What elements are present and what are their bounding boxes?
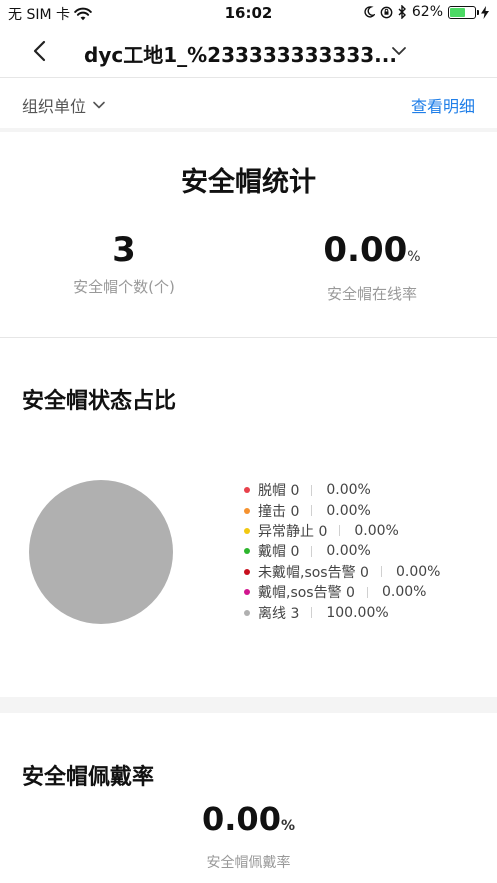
legend-label: 离线 3 xyxy=(258,605,300,622)
legend-separator xyxy=(311,607,313,619)
back-chevron-icon[interactable] xyxy=(28,38,54,64)
legend-separator xyxy=(380,566,382,578)
battery-icon xyxy=(448,5,479,19)
orientation-lock-icon xyxy=(380,6,393,18)
online-rate-unit: % xyxy=(407,249,421,265)
legend-dot xyxy=(244,589,250,596)
view-detail-link[interactable]: 查看明细 xyxy=(411,93,475,117)
legend-percent: 0.00% xyxy=(354,522,399,539)
legend-item[interactable]: 离线 3 100.00% xyxy=(244,602,440,622)
legend-dot xyxy=(244,487,250,494)
battery-percent: 62% xyxy=(411,4,443,20)
online-rate-value: 0.00 xyxy=(323,230,408,270)
moon-icon xyxy=(364,6,375,18)
helmet-count-value: 3 xyxy=(112,230,136,270)
online-rate-label: 安全帽在线率 xyxy=(326,285,417,303)
legend-item[interactable]: 脱帽 0 0.00% xyxy=(244,480,440,500)
battery-fill xyxy=(450,7,465,17)
legend-item[interactable]: 戴帽 0 0.00% xyxy=(244,541,440,561)
status-legend: 脱帽 0 0.00% 撞击 0 0.00% 异常静止 0 0.00% 戴帽 0 0.00% 未戴… xyxy=(244,480,440,623)
legend-label: 戴帽,sos告警 0 xyxy=(258,585,355,602)
legend-dot xyxy=(244,548,250,555)
legend-dot xyxy=(244,568,250,575)
chevron-down-icon[interactable] xyxy=(390,42,408,60)
org-unit-dropdown[interactable]: 组织单位 xyxy=(22,93,106,117)
nav-bar: dyc工地1_%233333333333... xyxy=(0,26,497,78)
wear-rate-value: 0.00 xyxy=(202,800,281,838)
section-divider xyxy=(0,697,497,713)
legend-separator xyxy=(311,505,313,517)
legend-separator xyxy=(311,545,313,557)
legend-percent: 0.00% xyxy=(326,502,371,519)
chevron-down-icon xyxy=(93,101,105,109)
charging-icon xyxy=(481,5,489,19)
legend-label: 脱帽 0 xyxy=(258,483,300,500)
pie-slice[interactable] xyxy=(29,480,173,624)
status-ratio-card: 安全帽状态占比 脱帽 0 0.00% 撞击 0 0.00% 异常静止 0 0.00% 戴帽 … xyxy=(0,339,497,697)
wear-rate-label: 安全帽佩戴率 xyxy=(206,855,291,871)
legend-item[interactable]: 戴帽,sos告警 0 0.00% xyxy=(244,582,440,602)
legend-separator xyxy=(339,525,341,537)
legend-item[interactable]: 异常静止 0 0.00% xyxy=(244,521,440,541)
legend-separator xyxy=(366,586,368,598)
helmet-count-label: 安全帽个数(个) xyxy=(73,278,175,296)
status-right: 62% xyxy=(363,4,489,20)
wear-rate-card: 安全帽佩戴率 0.00% 安全帽佩戴率 xyxy=(0,713,497,883)
legend-percent: 100.00% xyxy=(326,604,389,621)
helmet-count-stat: 3 安全帽个数(个) xyxy=(14,230,234,297)
legend-percent: 0.00% xyxy=(381,584,427,601)
wear-rate-stat: 0.00% 安全帽佩戴率 xyxy=(0,799,497,872)
status-ratio-title: 安全帽状态占比 xyxy=(22,389,177,414)
legend-dot xyxy=(244,609,250,616)
status-bar: 无 SIM 卡 16:02 62% xyxy=(0,0,497,26)
helmet-stats-title: 安全帽统计 xyxy=(181,167,316,198)
org-unit-label: 组织单位 xyxy=(22,97,87,116)
legend-percent: 0.00% xyxy=(326,482,371,499)
wear-rate-unit: % xyxy=(280,818,295,834)
online-rate-stat: 0.00% 安全帽在线率 xyxy=(262,230,482,304)
legend-dot xyxy=(244,527,250,534)
legend-label: 未戴帽,sos告警 0 xyxy=(258,564,369,581)
page-title[interactable]: dyc工地1_%233333333333... xyxy=(84,39,397,68)
wear-rate-title: 安全帽佩戴率 xyxy=(22,765,155,790)
legend-item[interactable]: 撞击 0 0.00% xyxy=(244,500,440,520)
legend-label: 戴帽 0 xyxy=(258,544,300,561)
legend-dot xyxy=(244,507,250,514)
legend-label: 撞击 0 xyxy=(258,503,300,520)
filter-bar: 组织单位 查看明细 xyxy=(0,79,497,128)
legend-percent: 0.00% xyxy=(395,563,441,580)
legend-label: 异常静止 0 xyxy=(258,523,328,540)
helmet-stats-card: 安全帽统计 3 安全帽个数(个) 0.00% 安全帽在线率 xyxy=(0,132,497,338)
status-pie-chart[interactable] xyxy=(28,479,174,625)
legend-percent: 0.00% xyxy=(326,543,371,560)
legend-separator xyxy=(311,484,313,496)
bluetooth-icon xyxy=(398,5,406,19)
legend-item[interactable]: 未戴帽,sos告警 0 0.00% xyxy=(244,562,440,582)
